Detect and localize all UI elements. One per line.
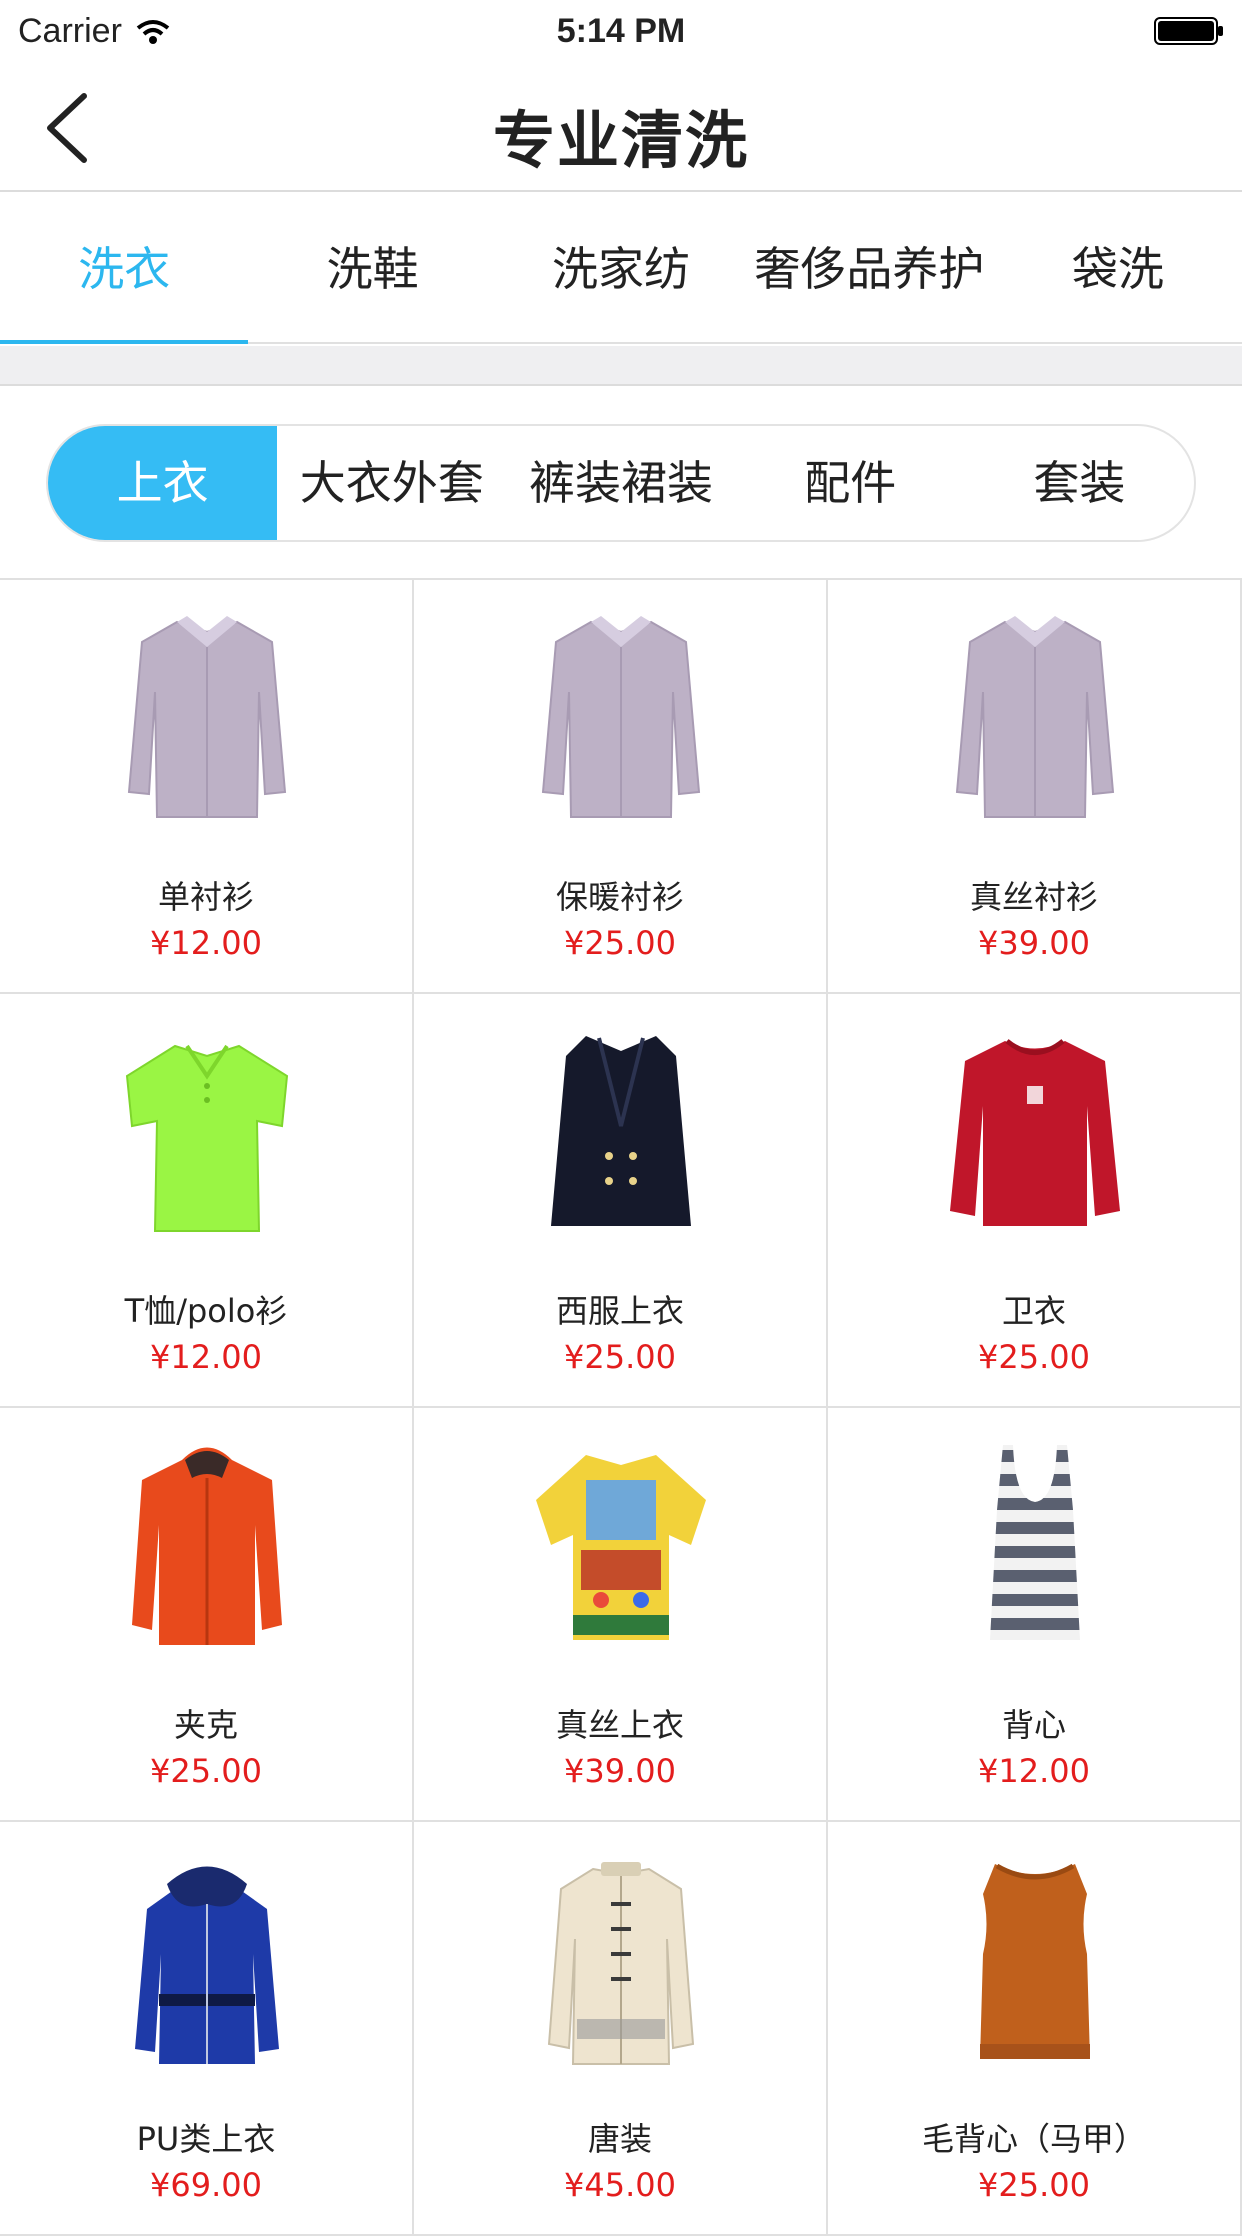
- tab-wash-clothes[interactable]: 洗衣: [0, 194, 249, 344]
- product-name: 真丝上衣: [555, 1706, 684, 1744]
- polo-shirt-icon: [125, 1044, 289, 1232]
- product-card[interactable]: 毛背心（马甲） ¥25.00: [828, 1822, 1242, 2236]
- product-name: 西服上衣: [555, 1292, 684, 1330]
- product-card[interactable]: 单衬衫 ¥12.00: [0, 580, 414, 994]
- sweater-vest-icon: [980, 1863, 1090, 2059]
- product-card[interactable]: PU类上衣 ¥69.00: [0, 1822, 414, 2236]
- leather-jacket-icon: [135, 1866, 279, 2064]
- tab-home-textiles[interactable]: 洗家纺: [497, 194, 745, 342]
- product-price: ¥25.00: [564, 1338, 676, 1376]
- product-grid: 单衬衫 ¥12.00 保暖衬衫 ¥25.00 真丝衬衫 ¥39.00 T恤/po…: [0, 578, 1242, 2236]
- tab-wash-shoes[interactable]: 洗鞋: [248, 194, 496, 342]
- product-price: ¥25.00: [564, 924, 676, 962]
- tang-suit-icon: [547, 1862, 695, 2065]
- silk-top-icon: [536, 1455, 706, 1640]
- navigation-bar: 专业清洗: [0, 60, 1242, 192]
- product-name: 单衬衫: [157, 878, 254, 916]
- product-name: 卫衣: [1001, 1292, 1066, 1330]
- page-title: 专业清洗: [492, 104, 749, 177]
- product-price: ¥25.00: [978, 2166, 1090, 2204]
- product-name: PU类上衣: [136, 2120, 276, 2158]
- product-price: ¥25.00: [150, 1752, 262, 1790]
- product-price: ¥39.00: [564, 1752, 676, 1790]
- product-name: 背心: [1001, 1706, 1066, 1744]
- product-card[interactable]: 夹克 ¥25.00: [0, 1408, 414, 1822]
- dress-shirt-icon: [541, 616, 701, 818]
- product-name: 真丝衬衫: [969, 878, 1098, 916]
- dress-shirt-icon: [127, 616, 287, 818]
- product-card[interactable]: 西服上衣 ¥25.00: [414, 994, 828, 1408]
- segment-accessories[interactable]: 配件: [736, 426, 965, 540]
- product-price: ¥39.00: [978, 924, 1090, 962]
- product-name: T恤/polo衫: [124, 1292, 288, 1330]
- product-price: ¥69.00: [150, 2166, 262, 2204]
- product-name: 毛背心（马甲）: [921, 2120, 1146, 2158]
- product-card[interactable]: 真丝衬衫 ¥39.00: [828, 580, 1242, 994]
- product-price: ¥25.00: [978, 1338, 1090, 1376]
- product-card[interactable]: 卫衣 ¥25.00: [828, 994, 1242, 1408]
- section-divider: [0, 346, 1242, 386]
- sweatshirt-icon: [950, 1039, 1120, 1226]
- tab-bag-wash[interactable]: 袋洗: [994, 194, 1242, 342]
- product-name: 保暖衬衫: [555, 878, 684, 916]
- tank-top-icon: [990, 1445, 1080, 1640]
- product-card[interactable]: 真丝上衣 ¥39.00: [414, 1408, 828, 1822]
- segment-coats[interactable]: 大衣外套: [277, 426, 506, 540]
- segment-tops[interactable]: 上衣: [48, 426, 278, 540]
- product-price: ¥12.00: [978, 1752, 1090, 1790]
- product-card[interactable]: 保暖衬衫 ¥25.00: [414, 580, 828, 994]
- tab-luxury-care[interactable]: 奢侈品养护: [745, 194, 993, 342]
- product-name: 夹克: [173, 1706, 238, 1744]
- dress-shirt-icon: [955, 616, 1115, 818]
- product-price: ¥12.00: [150, 924, 262, 962]
- product-card[interactable]: 唐装 ¥45.00: [414, 1822, 828, 2236]
- clock: 5:14 PM: [556, 12, 686, 50]
- product-card[interactable]: 背心 ¥12.00: [828, 1408, 1242, 1822]
- product-name: 唐装: [587, 2120, 652, 2158]
- product-price: ¥45.00: [564, 2166, 676, 2204]
- subcategory-segmented-control: 上衣 大衣外套 裤装裙装 配件 套装: [46, 424, 1196, 542]
- suit-jacket-icon: [551, 1036, 691, 1226]
- product-card[interactable]: T恤/polo衫 ¥12.00: [0, 994, 414, 1408]
- battery-icon: [1154, 17, 1223, 45]
- segment-pants-skirts[interactable]: 裤装裙装: [506, 426, 735, 540]
- status-bar: Carrier 5:14 PM: [0, 0, 1242, 60]
- jacket-icon: [132, 1447, 282, 1645]
- segment-suits[interactable]: 套装: [965, 426, 1194, 540]
- category-tabs: 洗衣 洗鞋 洗家纺 奢侈品养护 袋洗: [0, 194, 1242, 344]
- product-price: ¥12.00: [150, 1338, 262, 1376]
